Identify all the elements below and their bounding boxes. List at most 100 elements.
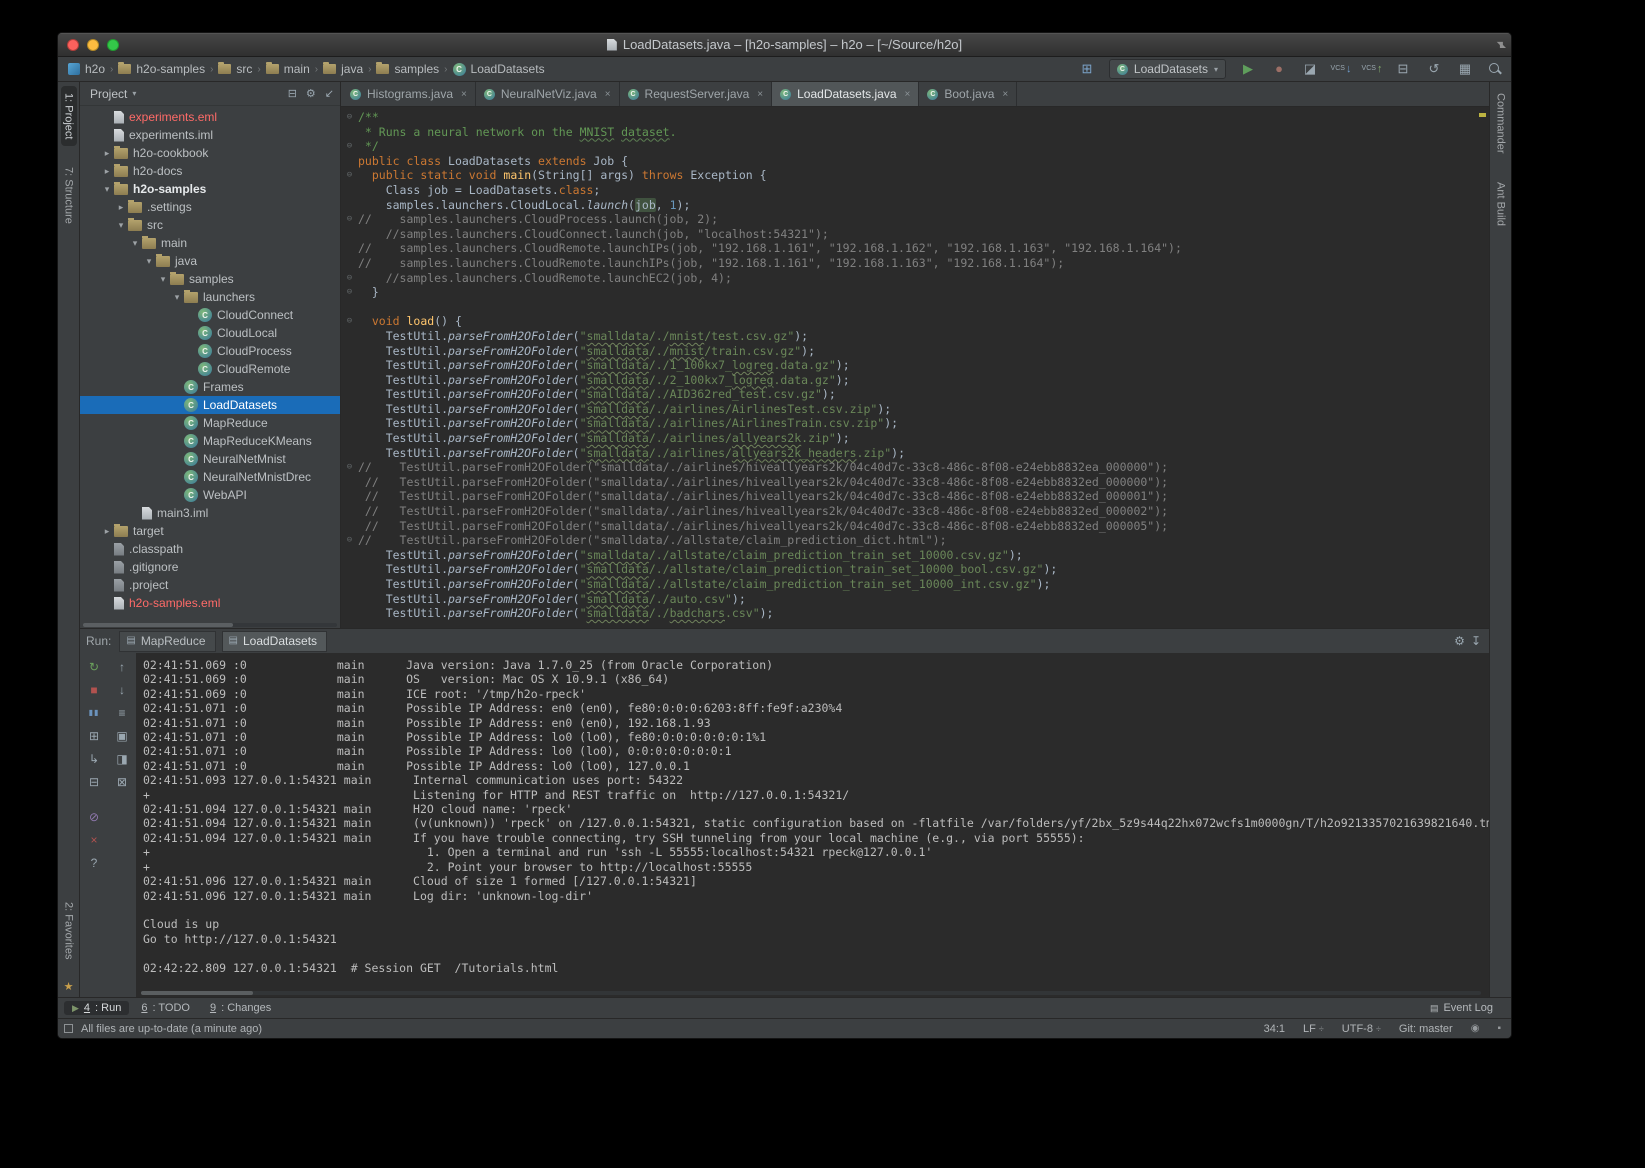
stripe-button-ant-build[interactable]: Ant Build [1493,175,1509,233]
zoom-window-button[interactable] [107,39,119,51]
close-window-button[interactable] [67,39,79,51]
mute-icon[interactable]: ⊘ [84,808,104,825]
tree-item-samples[interactable]: ▾samples [80,270,340,288]
snapshot-icon[interactable]: ◨ [112,750,132,767]
tree-item-launchers[interactable]: ▾launchers [80,288,340,306]
tree-item-cloudremote[interactable]: CCloudRemote [80,360,340,378]
close-icon[interactable]: × [757,89,763,100]
console-output[interactable]: 02:41:51.069 :0 main Java version: Java … [137,653,1489,997]
tree-item-experiments-iml[interactable]: experiments.iml [80,126,340,144]
jump-to-source-icon[interactable]: ↳ [84,750,104,767]
tree-item-target[interactable]: ▸target [80,522,340,540]
breadcrumb-item-h2o-samples[interactable]: h2o-samples [118,62,205,76]
project-view-selector[interactable]: Project▾ [90,87,288,101]
expand-arrow-icon[interactable]: ▸ [100,166,114,177]
line-separator-widget[interactable]: LF÷ [1303,1023,1324,1035]
changes-icon[interactable]: ⊟ [1394,60,1412,78]
inspections-icon[interactable]: ◉ [1471,1023,1480,1034]
tree-item--gitignore[interactable]: .gitignore [80,558,340,576]
tree-item-experiments-eml[interactable]: experiments.eml [80,108,340,126]
settings-icon[interactable]: ⚙ [306,87,316,100]
fullscreen-icon[interactable]: ◥◣ [1497,40,1503,49]
tab-loaddatasets-java[interactable]: CLoadDatasets.java× [772,82,919,106]
tree-item-h2o-cookbook[interactable]: ▸h2o-cookbook [80,144,340,162]
stripe-button-commander[interactable]: Commander [1493,86,1509,161]
tree-item-main[interactable]: ▾main [80,234,340,252]
tree-item-main3-iml[interactable]: main3.iml [80,504,340,522]
print-icon[interactable]: ⊟ [84,773,104,790]
titlebar[interactable]: LoadDatasets.java – [h2o-samples] – h2o … [58,33,1511,57]
tree-item-loaddatasets[interactable]: CLoadDatasets [80,396,340,414]
expand-arrow-icon[interactable]: ▾ [142,256,156,267]
toolwindow-button-run[interactable]: ▶4: Run [64,1001,129,1015]
tree-item-cloudlocal[interactable]: CCloudLocal [80,324,340,342]
scroll-to-end-icon[interactable]: ▣ [112,727,132,744]
warning-stripe-mark[interactable] [1479,113,1486,117]
collapse-all-icon[interactable]: ⊟ [288,87,297,100]
expand-arrow-icon[interactable]: ▸ [100,526,114,537]
close-icon[interactable]: × [1002,89,1008,100]
expand-arrow-icon[interactable]: ▾ [170,292,184,303]
tree-item-cloudconnect[interactable]: CCloudConnect [80,306,340,324]
fold-marker-icon[interactable]: ⊖ [341,533,358,548]
expand-arrow-icon[interactable]: ▾ [156,274,170,285]
soft-wrap-icon[interactable]: ≡ [112,704,132,721]
fold-marker-icon[interactable]: ⊖ [341,139,358,154]
caret-position[interactable]: 34:1 [1264,1023,1285,1035]
fold-marker-icon[interactable]: ⊖ [341,285,358,300]
tree-item-neuralnetmnist[interactable]: CNeuralNetMnist [80,450,340,468]
hide-panel-icon[interactable]: ↧ [1471,634,1481,648]
help-icon[interactable]: ? [84,854,104,871]
expand-arrow-icon[interactable]: ▾ [114,220,128,231]
toolwindow-button-changes[interactable]: 9: Changes [202,1001,279,1015]
tab-neuralnetviz-java[interactable]: CNeuralNetViz.java× [476,82,620,106]
expand-arrow-icon[interactable]: ▸ [100,148,114,159]
breadcrumb-item-main[interactable]: main [266,62,310,76]
project-structure-icon[interactable]: ▦ [1456,60,1474,78]
tree-item-h2o-samples[interactable]: ▾h2o-samples [80,180,340,198]
up-stack-icon[interactable]: ↑ [112,658,132,675]
tree-item--classpath[interactable]: .classpath [80,540,340,558]
stripe-button-2-favorites[interactable]: 2: Favorites [61,895,77,966]
project-scrollbar-horizontal[interactable] [83,623,337,627]
toolwindow-button-event-log[interactable]: ▤Event Log [1422,1001,1501,1015]
restore-layout-icon[interactable]: ⊞ [84,727,104,744]
fold-marker-icon[interactable]: ⊖ [341,110,358,125]
tree-item-h2o-docs[interactable]: ▸h2o-docs [80,162,340,180]
vcs-branch-widget[interactable]: Git: master [1399,1023,1453,1035]
tree-item-java[interactable]: ▾java [80,252,340,270]
tree-item-src[interactable]: ▾src [80,216,340,234]
settings-icon[interactable]: ⚙ [1454,634,1465,648]
breadcrumb-item-LoadDatasets[interactable]: CLoadDatasets [453,62,545,76]
toolwindow-button-todo[interactable]: 6: TODO [133,1001,198,1015]
update-project-icon[interactable]: VCS↓ [1332,60,1350,78]
toolwindow-toggle-icon[interactable] [64,1024,73,1033]
fold-marker-icon[interactable]: ⊖ [341,314,358,329]
encoding-widget[interactable]: UTF-8÷ [1342,1023,1381,1035]
rerun-icon[interactable]: ↻ [84,658,104,675]
tab-histograms-java[interactable]: CHistograms.java× [342,82,476,106]
rollback-icon[interactable]: ↺ [1425,60,1443,78]
tree-item-frames[interactable]: CFrames [80,378,340,396]
fold-marker-icon[interactable]: ⊖ [341,212,358,227]
expand-arrow-icon[interactable]: ▾ [100,184,114,195]
stop-icon[interactable]: ■ [84,681,104,698]
toolwindow-layout-icon[interactable]: ⊞ [1078,60,1096,78]
close-icon[interactable]: × [905,89,911,100]
run-config-select[interactable]: CLoadDatasets▾ [1109,59,1226,79]
stripe-button-7-structure[interactable]: 7: Structure [61,160,77,231]
minimize-window-button[interactable] [87,39,99,51]
tree-item-h2o-samples-eml[interactable]: h2o-samples.eml [80,594,340,612]
tree-item-webapi[interactable]: CWebAPI [80,486,340,504]
fold-marker-icon[interactable]: ⊖ [341,460,358,475]
breadcrumb-item-h2o[interactable]: h2o [68,62,105,76]
commit-icon[interactable]: VCS↑ [1363,60,1381,78]
tree-item-cloudprocess[interactable]: CCloudProcess [80,342,340,360]
hide-panel-icon[interactable]: ↙ [325,87,334,100]
breadcrumb-item-src[interactable]: src [218,62,252,76]
editor-scrollbar[interactable] [1476,107,1489,628]
close-icon[interactable]: × [605,89,611,100]
tab-requestserver-java[interactable]: CRequestServer.java× [620,82,773,106]
expand-arrow-icon[interactable]: ▾ [128,238,142,249]
run-tab-loaddatasets[interactable]: ▤LoadDatasets [222,631,328,652]
